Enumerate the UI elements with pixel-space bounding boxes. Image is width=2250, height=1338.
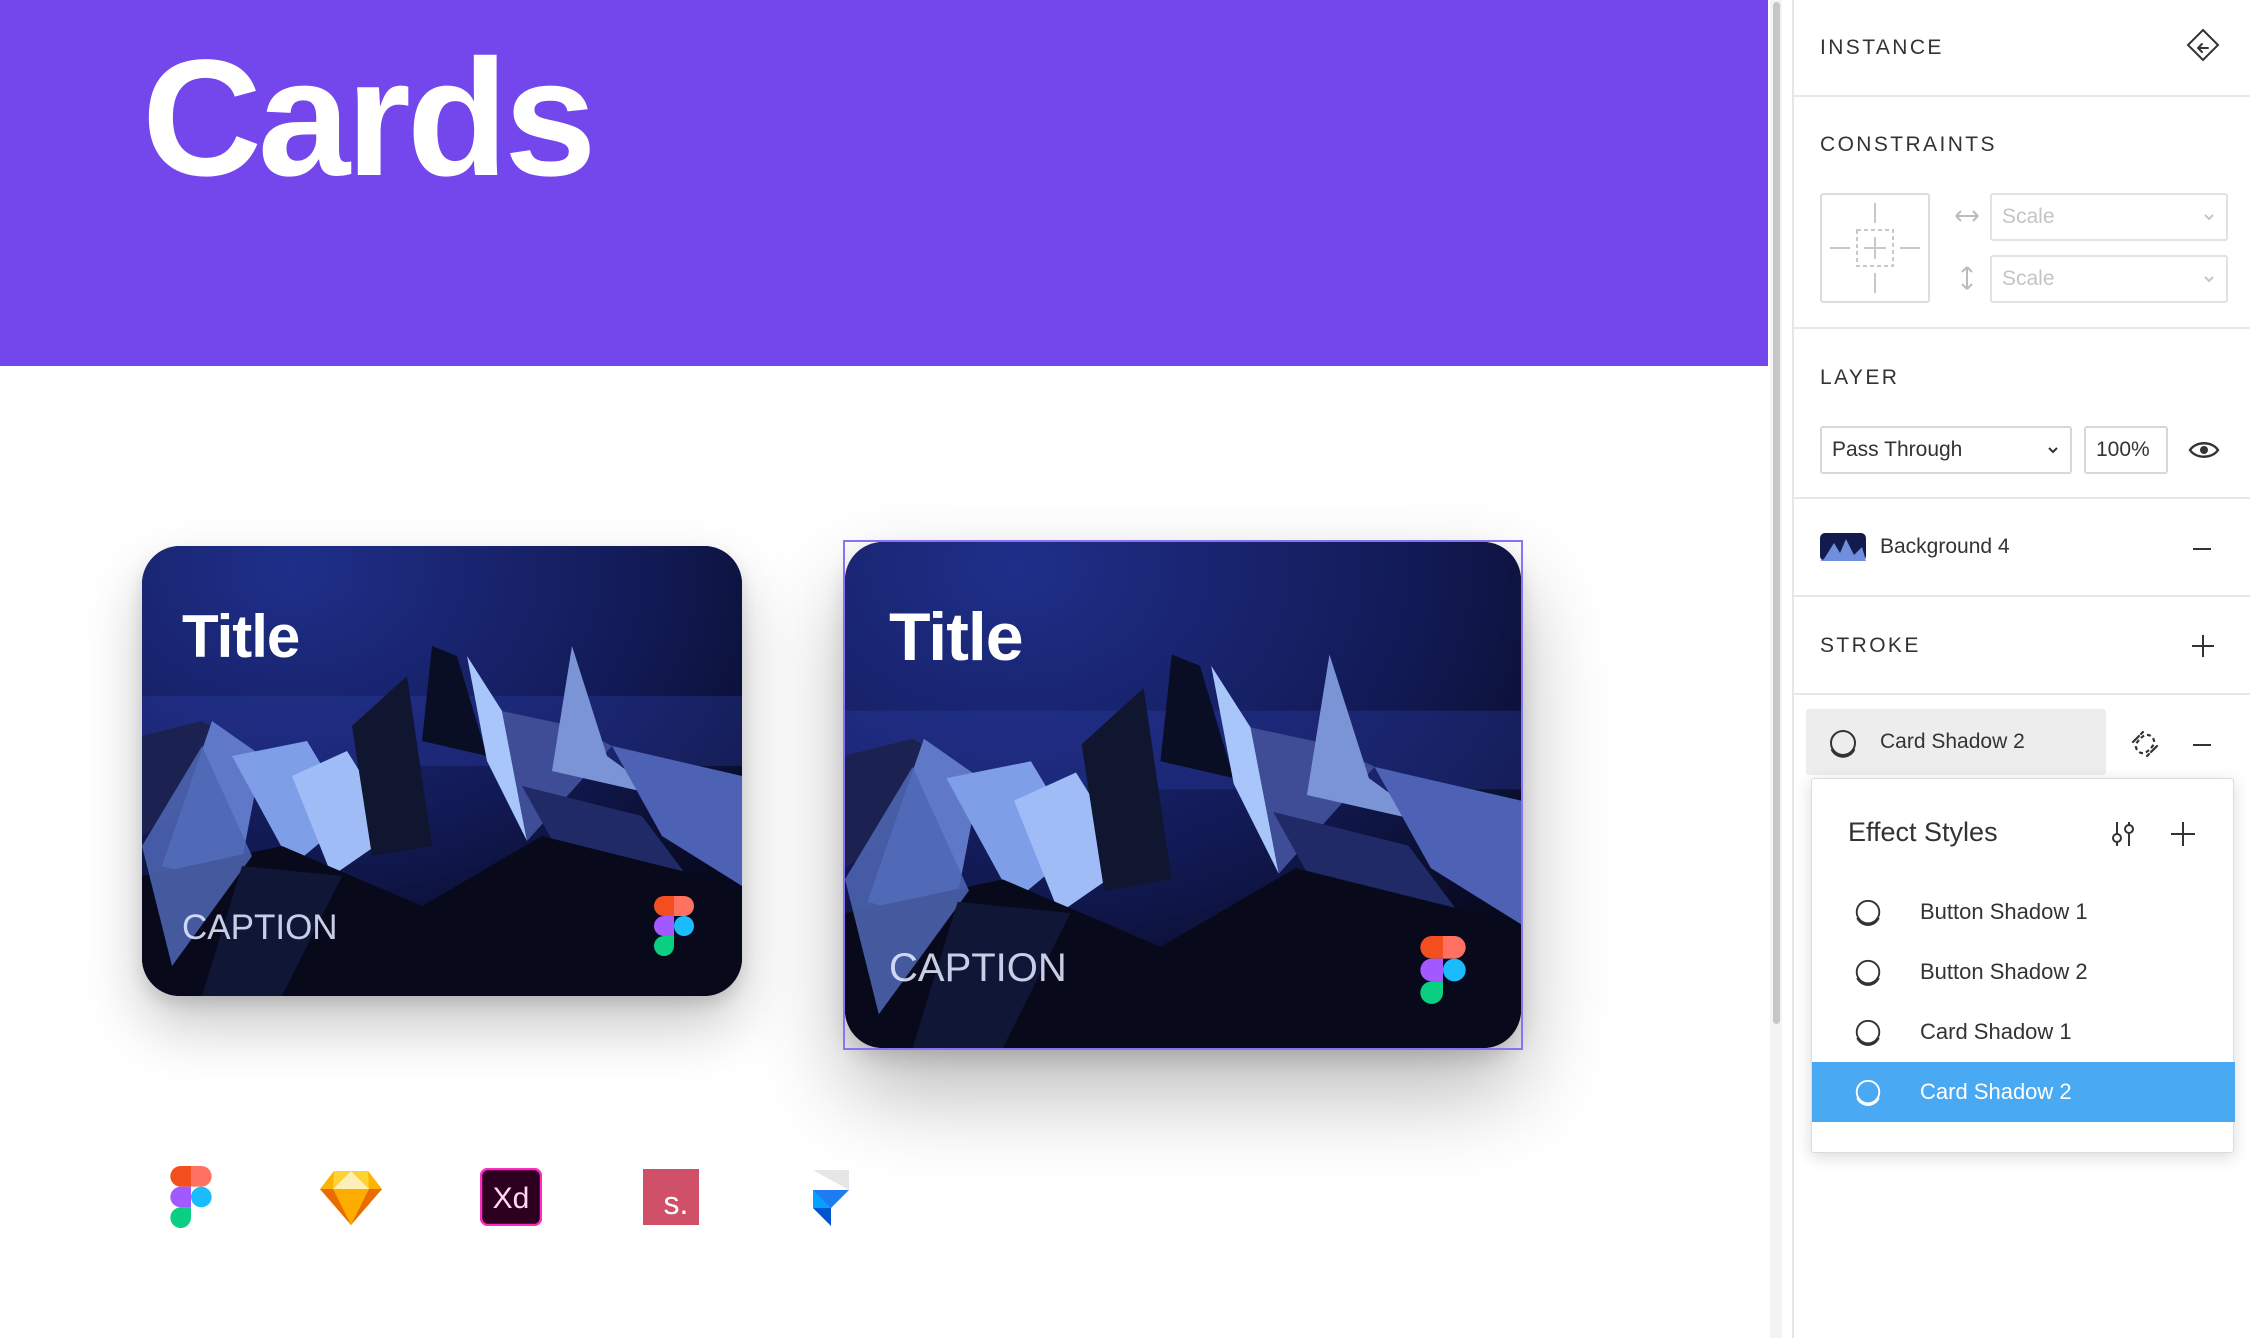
fill-style-name[interactable]: Background 4 <box>1880 535 2010 559</box>
card-caption: CAPTION <box>182 908 338 947</box>
effect-style-item[interactable]: Card Shadow 1 <box>1812 1002 2235 1062</box>
page-title: Cards <box>142 26 597 211</box>
detach-instance-icon[interactable] <box>2186 28 2220 62</box>
effect-style-item-selected[interactable]: Card Shadow 2 <box>1812 1062 2235 1122</box>
figma-logo-icon <box>654 896 694 956</box>
hero-banner: Cards <box>0 0 1768 366</box>
layer-heading: LAYER <box>1820 366 1900 389</box>
constraints-diagram <box>1830 203 1920 293</box>
effect-styles-popover: Effect Styles Button Shadow 1 Button Sha… <box>1811 778 2235 1153</box>
vertical-constraint-select[interactable]: Scale <box>1990 255 2228 303</box>
chevron-down-icon <box>2204 214 2214 221</box>
studio-logo-icon[interactable]: s. <box>638 1164 704 1230</box>
drop-shadow-icon <box>1855 1019 1881 1046</box>
effect-style-name: Card Shadow 2 <box>1880 730 2025 753</box>
fill-swatch-thumbnail[interactable] <box>1820 533 1866 561</box>
effect-style-row[interactable]: Card Shadow 2 <box>1806 709 2106 775</box>
opacity-input[interactable]: 100% <box>2084 426 2168 474</box>
effect-section: Card Shadow 2 <box>1794 695 2250 781</box>
card-caption: CAPTION <box>889 946 1067 990</box>
horizontal-constraint-select[interactable]: Scale <box>1990 193 2228 241</box>
blend-mode-value: Pass Through <box>1832 438 1963 461</box>
minus-icon[interactable] <box>2190 537 2214 561</box>
opacity-value: 100% <box>2096 438 2150 461</box>
effect-style-label: Card Shadow 1 <box>1920 1019 2072 1044</box>
figma-logo-icon[interactable] <box>158 1164 224 1230</box>
card-title: Title <box>182 603 300 670</box>
effect-styles-heading: Effect Styles <box>1848 817 1998 847</box>
figma-logo-icon <box>1420 936 1466 1004</box>
xd-label: Xd <box>493 1182 530 1215</box>
effect-style-item[interactable]: Button Shadow 2 <box>1812 942 2235 1002</box>
framer-logo-icon[interactable] <box>798 1164 864 1230</box>
chevron-down-icon <box>2048 447 2058 454</box>
drop-shadow-icon <box>1830 730 1856 758</box>
layer-section: LAYER Pass Through 100% <box>1794 329 2250 499</box>
studio-label: s. <box>664 1185 689 1221</box>
effect-style-label: Button Shadow 2 <box>1920 959 2088 984</box>
horizontal-constraint-value: Scale <box>2002 205 2055 228</box>
card-2[interactable]: Title CAPTION <box>845 542 1521 1048</box>
adjust-icon[interactable] <box>2108 819 2138 849</box>
vertical-arrow-icon <box>1961 266 1973 290</box>
eye-icon[interactable] <box>2188 439 2220 461</box>
plus-icon[interactable] <box>2169 820 2197 848</box>
drop-shadow-icon <box>1855 1079 1881 1106</box>
canvas-scrollbar-thumb[interactable] <box>1773 2 1780 1024</box>
stroke-heading: STROKE <box>1820 634 1921 657</box>
drop-shadow-icon <box>1855 899 1881 926</box>
blend-mode-select[interactable]: Pass Through <box>1820 426 2072 474</box>
drop-shadow-icon <box>1855 959 1881 986</box>
vertical-constraint-value: Scale <box>2002 267 2055 290</box>
constraints-widget[interactable] <box>1820 193 1930 303</box>
effect-style-label: Card Shadow 2 <box>1920 1079 2072 1104</box>
fill-section: Background 4 <box>1794 499 2250 597</box>
effect-style-item[interactable]: Button Shadow 1 <box>1812 882 2235 942</box>
effect-style-label: Button Shadow 1 <box>1920 899 2088 924</box>
card-title: Title <box>889 599 1024 675</box>
instance-heading: INSTANCE <box>1820 36 1944 59</box>
constraints-section: CONSTRAINTS Scale Scale <box>1794 97 2250 329</box>
adobe-xd-logo-icon[interactable]: Xd <box>478 1164 544 1230</box>
instance-section: INSTANCE <box>1794 0 2250 97</box>
design-canvas[interactable]: Cards Title CAPTION Title CAPTION Xd s. <box>0 0 1768 1338</box>
detach-style-icon[interactable] <box>2129 728 2161 760</box>
card-1[interactable]: Title CAPTION <box>142 546 742 996</box>
stroke-section: STROKE <box>1794 597 2250 695</box>
chevron-down-icon <box>2204 276 2214 283</box>
constraints-heading: CONSTRAINTS <box>1820 133 1997 156</box>
minus-icon[interactable] <box>2190 733 2214 757</box>
plus-icon[interactable] <box>2190 633 2216 659</box>
sketch-logo-icon[interactable] <box>318 1164 384 1230</box>
horizontal-arrow-icon <box>1955 210 1979 222</box>
